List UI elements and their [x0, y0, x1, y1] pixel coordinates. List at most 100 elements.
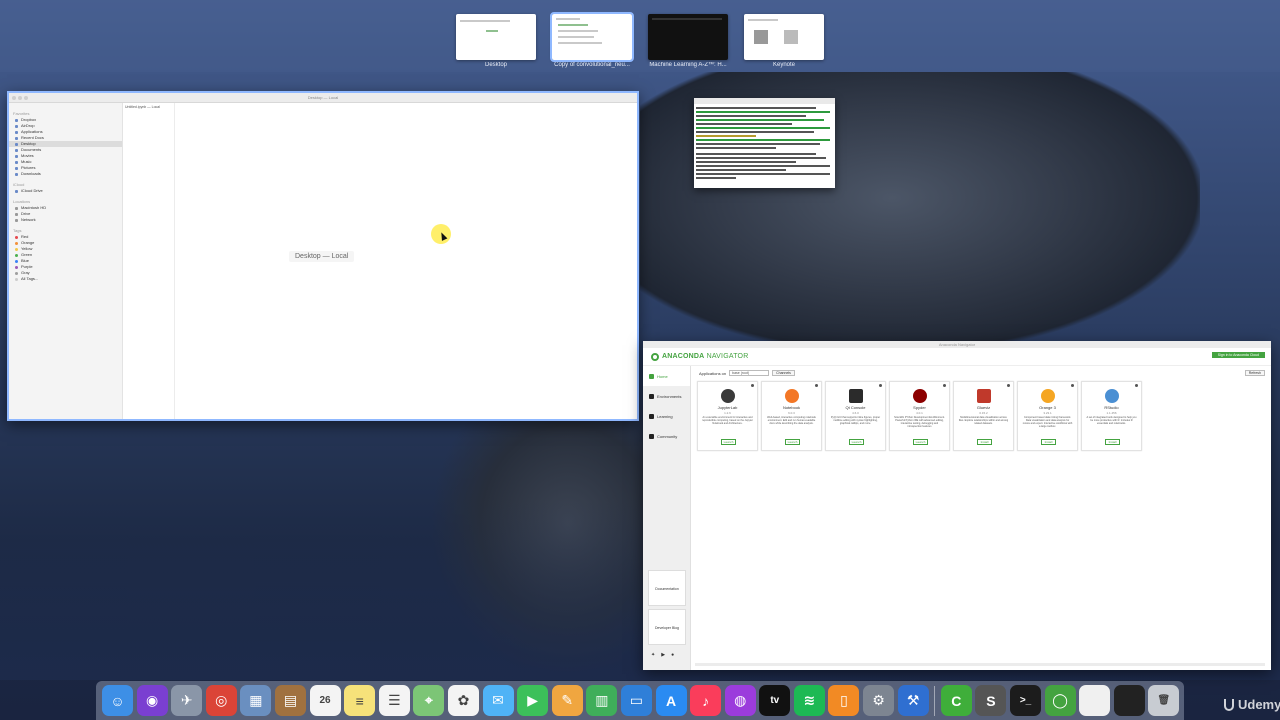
space-label: Machine Learning A-Z™: H... [649, 62, 727, 68]
app-version: 3.23.1 [1043, 411, 1052, 415]
numbers-icon[interactable]: ▥ [586, 685, 618, 716]
launch-button[interactable]: Launch [721, 439, 736, 445]
anaconda-navigator-window[interactable]: Anaconda Navigator ANACONDA NAVIGATOR Si… [643, 341, 1271, 670]
dock: ☺ ◉ ✈ ◎ ▦ ▤ 26 ≡ ☰ ⌖ ✿ ✉ ▶ ✎ ▥ ▭ A ♪ ◍ tv ≋ ▯ ⚙ ⚒ C S >_ ◯ 🗑 [96, 681, 1184, 720]
app-description: A set of integrated tools designed to he… [1086, 416, 1137, 425]
reminders-icon[interactable]: ☰ [378, 685, 410, 716]
sidebar-header-locations: Locations [13, 199, 31, 204]
space-label: Keynote [772, 62, 796, 68]
refresh-button[interactable]: Refresh [1244, 370, 1265, 376]
sidebar-item-network[interactable]: Network [9, 217, 122, 223]
app-card-notebook[interactable]: Notebook 6.0.3 Web-based, interactive co… [761, 381, 822, 451]
zoom-icon[interactable] [24, 96, 28, 100]
app-card-glueviz[interactable]: Glueviz 0.15.2 Multidimensional data vis… [953, 381, 1014, 451]
app-card-jupyterlab[interactable]: JupyterLab 1.2.6 An extensible environme… [697, 381, 758, 451]
app-version: 4.0.1 [916, 411, 923, 415]
finder-sidebar: Favorites Dropbox AirDrop Applications R… [9, 103, 123, 419]
system-preferences-icon[interactable]: ⚙ [863, 685, 895, 716]
channels-button[interactable]: Channels [772, 370, 795, 376]
sidebar-item-downloads[interactable]: Downloads [9, 171, 122, 177]
preview-icon[interactable]: ▦ [240, 685, 272, 716]
documentation-link[interactable]: Documentation [648, 570, 686, 606]
messages-icon[interactable]: ✉ [482, 685, 514, 716]
horizontal-scrollbar[interactable] [695, 663, 1265, 666]
apple-tv-icon[interactable]: tv [759, 685, 791, 716]
minimize-icon[interactable] [18, 96, 22, 100]
trash-icon[interactable]: 🗑 [1148, 685, 1180, 716]
terminal-window[interactable] [694, 98, 835, 188]
dock-separator [934, 685, 936, 716]
xcode-icon[interactable]: ⚒ [897, 685, 929, 716]
app-store-icon[interactable]: A [655, 685, 687, 716]
siri-icon[interactable]: ◉ [136, 685, 168, 716]
close-icon[interactable] [12, 96, 16, 100]
chrome-icon[interactable]: ◎ [205, 685, 237, 716]
keynote-icon[interactable]: ▭ [620, 685, 652, 716]
gear-icon[interactable] [943, 384, 946, 387]
space-thumbnail-desktop[interactable] [456, 14, 536, 60]
gear-icon[interactable] [879, 384, 882, 387]
tag-dot-icon [15, 247, 18, 251]
app-card-spyder[interactable]: Spyder 4.0.1 Scientific PYthon Developme… [889, 381, 950, 451]
notes-icon[interactable]: ≡ [344, 685, 376, 716]
calendar-icon[interactable]: 26 [309, 685, 341, 716]
finder-file-item[interactable]: Untitled.ipynb — Local [125, 105, 172, 109]
space-thumbnail-notebook[interactable] [550, 12, 634, 62]
nav-home[interactable]: Home [643, 366, 690, 386]
launch-button[interactable]: Launch [913, 439, 928, 445]
keynote-alt-icon[interactable]: ✎ [551, 685, 583, 716]
app-name: Glueviz [976, 405, 991, 410]
nav-learning[interactable]: Learning [643, 406, 690, 426]
twitter-icon[interactable]: ✦ [651, 652, 655, 658]
books-icon[interactable]: ▯ [828, 685, 860, 716]
launch-button[interactable]: Launch [785, 439, 800, 445]
facetime-icon[interactable]: ▶ [517, 685, 549, 716]
app-card-rstudio[interactable]: RStudio 1.1.456 A set of integrated tool… [1081, 381, 1142, 451]
sidebar-item-all-tags[interactable]: All Tags... [9, 276, 122, 282]
document-icon[interactable] [1079, 685, 1111, 716]
gear-icon[interactable] [1135, 384, 1138, 387]
youtube-icon[interactable]: ▶ [661, 652, 665, 658]
jupyterlab-icon [721, 389, 735, 403]
anaconda-icon[interactable]: ◯ [1044, 685, 1076, 716]
terminal-icon[interactable]: >_ [1010, 685, 1042, 716]
gear-icon[interactable] [1007, 384, 1010, 387]
podcasts-icon[interactable]: ◍ [724, 685, 756, 716]
tag-dot-icon [15, 259, 18, 263]
environment-select[interactable]: base (root) [729, 370, 770, 376]
gear-icon[interactable] [1071, 384, 1074, 387]
space-thumbnail-keynote[interactable] [744, 14, 824, 60]
launch-button[interactable]: Launch [849, 439, 864, 445]
photos-icon[interactable]: ✿ [447, 685, 479, 716]
spyder-icon [913, 389, 927, 403]
app-name: Notebook [782, 405, 801, 410]
app-description: Multidimensional data visualization acro… [958, 416, 1009, 425]
developer-blog-link[interactable]: Developer Blog [648, 609, 686, 645]
gear-icon[interactable] [815, 384, 818, 387]
install-button[interactable]: Install [977, 439, 992, 445]
nav-environments[interactable]: Environments [643, 386, 690, 406]
maps-icon[interactable]: ⌖ [413, 685, 445, 716]
nav-community[interactable]: Community [643, 426, 690, 446]
install-button[interactable]: Install [1041, 439, 1056, 445]
anaconda-titlebar: Anaconda Navigator [643, 341, 1271, 348]
camtasia-icon[interactable]: C [940, 685, 972, 716]
screen-icon[interactable] [1113, 685, 1145, 716]
app-card-qtconsole[interactable]: Qt Console 4.6.0 PyQt GUI that supports … [825, 381, 886, 451]
finder-icon[interactable]: ☺ [102, 685, 133, 716]
space-thumbnail-video[interactable] [648, 14, 728, 60]
launchpad-icon[interactable]: ✈ [171, 685, 203, 716]
gear-icon[interactable] [751, 384, 754, 387]
rstudio-icon [1105, 389, 1119, 403]
install-button[interactable]: Install [1105, 439, 1120, 445]
github-icon[interactable]: ● [671, 652, 674, 658]
sublime-text-icon[interactable]: S [975, 685, 1007, 716]
spotify-icon[interactable]: ≋ [793, 685, 825, 716]
music-icon[interactable]: ♪ [690, 685, 722, 716]
glueviz-icon [977, 389, 991, 403]
sidebar-item-icloud-drive[interactable]: iCloud Drive [9, 188, 122, 194]
app-card-orange3[interactable]: Orange 3 3.23.1 Component based data min… [1017, 381, 1078, 451]
signin-button[interactable]: Sign in to Anaconda Cloud [1211, 352, 1265, 358]
notebook-icon[interactable]: ▤ [274, 685, 306, 716]
finder-window[interactable]: Desktop — Local Favorites Dropbox AirDro… [7, 91, 639, 421]
